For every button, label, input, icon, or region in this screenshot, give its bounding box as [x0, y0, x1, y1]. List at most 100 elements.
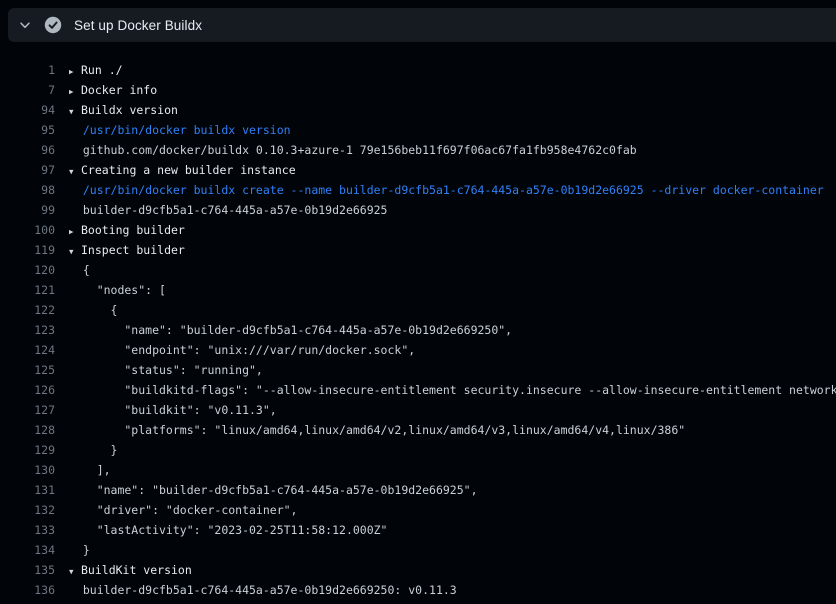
log-line: 131 "name": "builder-d9cfb5a1-c764-445a-… — [0, 480, 836, 500]
log-line: 132 "driver": "docker-container", — [0, 500, 836, 520]
log-group-content: ▶Booting builder — [69, 223, 185, 237]
check-circle-icon — [44, 16, 62, 34]
triangle-down-icon[interactable]: ▼ — [69, 242, 81, 260]
group-title: Inspect builder — [81, 243, 185, 257]
line-number[interactable]: 123 — [0, 320, 55, 340]
log-line: 98 /usr/bin/docker buildx create --name … — [0, 180, 836, 200]
line-number[interactable]: 130 — [0, 460, 55, 480]
triangle-down-icon[interactable]: ▼ — [69, 162, 81, 180]
group-title: BuildKit version — [81, 563, 192, 577]
line-number[interactable]: 7 — [0, 80, 55, 100]
log-group-row[interactable]: 100 ▶Booting builder — [0, 220, 836, 240]
line-number[interactable]: 133 — [0, 520, 55, 540]
log-group-row[interactable]: 94 ▼Buildx version — [0, 100, 836, 120]
line-number[interactable]: 98 — [0, 180, 55, 200]
line-number[interactable]: 127 — [0, 400, 55, 420]
log-line: 126 "buildkitd-flags": "--allow-insecure… — [0, 380, 836, 400]
log-line: 96 github.com/docker/buildx 0.10.3+azure… — [0, 140, 836, 160]
triangle-right-icon[interactable]: ▶ — [69, 62, 81, 80]
log-output-text: builder-d9cfb5a1-c764-445a-a57e-0b19d2e6… — [69, 203, 388, 217]
log-group-content: ▼BuildKit version — [69, 563, 192, 577]
log-output-text: ], — [69, 463, 111, 477]
triangle-right-icon[interactable]: ▶ — [69, 82, 81, 100]
log-line: 136 builder-d9cfb5a1-c764-445a-a57e-0b19… — [0, 580, 836, 600]
log-group-row[interactable]: 119 ▼Inspect builder — [0, 240, 836, 260]
log-lines: 1▶Run ./7▶Docker info94▼Buildx version95… — [0, 60, 836, 600]
log-output-text: "buildkitd-flags": "--allow-insecure-ent… — [69, 383, 836, 397]
group-title: Run ./ — [81, 63, 123, 77]
group-title: Docker info — [81, 83, 157, 97]
log-output-text: "status": "running", — [69, 363, 263, 377]
log-command-text: /usr/bin/docker buildx create --name bui… — [69, 183, 824, 197]
line-number[interactable]: 122 — [0, 300, 55, 320]
line-number[interactable]: 128 — [0, 420, 55, 440]
log-output-text: "driver": "docker-container", — [69, 503, 297, 517]
log-group-content: ▶Run ./ — [69, 63, 123, 77]
log-output-text: } — [69, 543, 90, 557]
log-output-text: "buildkit": "v0.11.3", — [69, 403, 277, 417]
line-number[interactable]: 134 — [0, 540, 55, 560]
log-line: 120 { — [0, 260, 836, 280]
log-line: 99 builder-d9cfb5a1-c764-445a-a57e-0b19d… — [0, 200, 836, 220]
log-output-text: "lastActivity": "2023-02-25T11:58:12.000… — [69, 523, 388, 537]
line-number[interactable]: 120 — [0, 260, 55, 280]
line-number[interactable]: 135 — [0, 560, 55, 580]
log-group-row[interactable]: 1 ▶Run ./ — [0, 60, 836, 80]
line-number[interactable]: 96 — [0, 140, 55, 160]
line-number[interactable]: 99 — [0, 200, 55, 220]
log-output-text: github.com/docker/buildx 0.10.3+azure-1 … — [69, 143, 637, 157]
log-output-text: "endpoint": "unix:///var/run/docker.sock… — [69, 343, 415, 357]
log-output-text: "nodes": [ — [69, 283, 166, 297]
line-number[interactable]: 129 — [0, 440, 55, 460]
line-number[interactable]: 119 — [0, 240, 55, 260]
group-title: Creating a new builder instance — [81, 163, 296, 177]
line-number[interactable]: 100 — [0, 220, 55, 240]
log-group-content: ▼Inspect builder — [69, 243, 185, 257]
log-group-row[interactable]: 135 ▼BuildKit version — [0, 560, 836, 580]
log-output-text: } — [69, 443, 117, 457]
log-line: 128 "platforms": "linux/amd64,linux/amd6… — [0, 420, 836, 440]
triangle-right-icon[interactable]: ▶ — [69, 222, 81, 240]
group-title: Booting builder — [81, 223, 185, 237]
log-line: 130 ], — [0, 460, 836, 480]
chevron-down-icon[interactable] — [17, 17, 33, 33]
log-output-text: "name": "builder-d9cfb5a1-c764-445a-a57e… — [69, 483, 478, 497]
log-line: 129 } — [0, 440, 836, 460]
line-number[interactable]: 97 — [0, 160, 55, 180]
group-title: Buildx version — [81, 103, 178, 117]
line-number[interactable]: 1 — [0, 60, 55, 80]
log-group-content: ▶Docker info — [69, 83, 157, 97]
line-number[interactable]: 124 — [0, 340, 55, 360]
log-line: 124 "endpoint": "unix:///var/run/docker.… — [0, 340, 836, 360]
line-number[interactable]: 126 — [0, 380, 55, 400]
triangle-down-icon[interactable]: ▼ — [69, 562, 81, 580]
log-line: 121 "nodes": [ — [0, 280, 836, 300]
log-line: 125 "status": "running", — [0, 360, 836, 380]
log-line: 122 { — [0, 300, 836, 320]
log-line: 123 "name": "builder-d9cfb5a1-c764-445a-… — [0, 320, 836, 340]
log-group-content: ▼Buildx version — [69, 103, 178, 117]
log-group-row[interactable]: 97 ▼Creating a new builder instance — [0, 160, 836, 180]
line-number[interactable]: 95 — [0, 120, 55, 140]
line-number[interactable]: 131 — [0, 480, 55, 500]
log-command-text: /usr/bin/docker buildx version — [69, 123, 291, 137]
log-group-content: ▼Creating a new builder instance — [69, 163, 296, 177]
line-number[interactable]: 132 — [0, 500, 55, 520]
log-line: 134 } — [0, 540, 836, 560]
log-output-text: { — [69, 303, 117, 317]
step-header[interactable]: Set up Docker Buildx — [8, 8, 836, 42]
log-line: 127 "buildkit": "v0.11.3", — [0, 400, 836, 420]
log-line: 133 "lastActivity": "2023-02-25T11:58:12… — [0, 520, 836, 540]
line-number[interactable]: 121 — [0, 280, 55, 300]
line-number[interactable]: 136 — [0, 580, 55, 600]
log-output-text: "name": "builder-d9cfb5a1-c764-445a-a57e… — [69, 323, 512, 337]
log-output-text: builder-d9cfb5a1-c764-445a-a57e-0b19d2e6… — [69, 583, 457, 597]
log-output-text: { — [69, 263, 90, 277]
triangle-down-icon[interactable]: ▼ — [69, 102, 81, 120]
line-number[interactable]: 125 — [0, 360, 55, 380]
log-group-row[interactable]: 7 ▶Docker info — [0, 80, 836, 100]
step-title: Set up Docker Buildx — [74, 18, 202, 33]
line-number[interactable]: 94 — [0, 100, 55, 120]
log-output-text: "platforms": "linux/amd64,linux/amd64/v2… — [69, 423, 685, 437]
log-line: 95 /usr/bin/docker buildx version — [0, 120, 836, 140]
